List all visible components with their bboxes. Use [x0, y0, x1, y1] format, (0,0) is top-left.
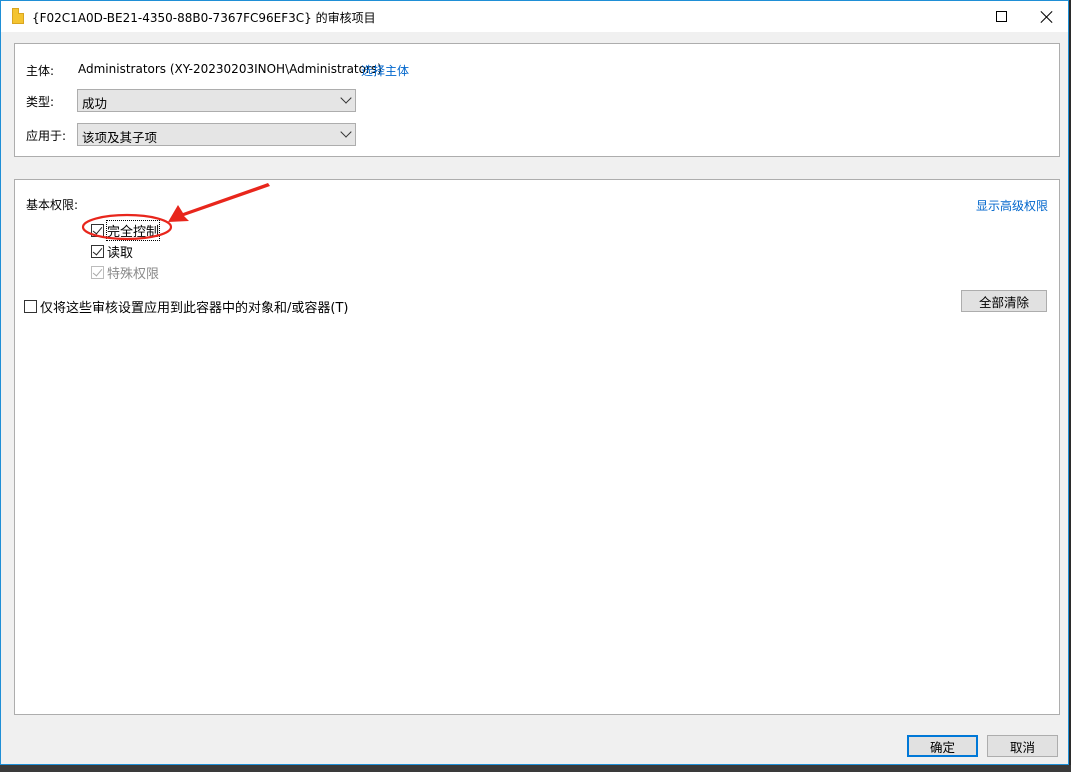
full-control-label: 完全控制	[105, 220, 161, 241]
read-checkbox[interactable]	[91, 245, 104, 258]
principal-value: Administrators (XY-20230203INOH\Administ…	[78, 62, 382, 76]
window-title: {F02C1A0D-BE21-4350-88B0-7367FC96EF3C} 的…	[32, 11, 376, 25]
basic-permissions-heading: 基本权限:	[26, 198, 79, 212]
clear-all-button[interactable]: 全部清除	[961, 290, 1047, 312]
type-dropdown[interactable]: 成功	[77, 89, 356, 112]
special-permissions-checkbox	[91, 266, 104, 279]
type-dropdown-value: 成功	[82, 96, 108, 111]
taskbar-strip	[0, 765, 1071, 772]
applies-to-label: 应用于:	[26, 129, 67, 143]
close-button[interactable]	[1024, 1, 1070, 32]
principal-panel: 主体: Administrators (XY-20230203INOH\Admi…	[14, 43, 1060, 157]
cancel-button[interactable]: 取消	[987, 735, 1058, 757]
chevron-down-icon	[340, 92, 352, 104]
read-label: 读取	[107, 246, 134, 261]
read-checkbox-row[interactable]: 读取	[91, 242, 133, 261]
apply-only-checkbox[interactable]	[24, 300, 37, 313]
maximize-button[interactable]	[978, 1, 1024, 32]
chevron-down-icon	[340, 126, 352, 138]
apply-only-label: 仅将这些审核设置应用到此容器中的对象和/或容器(T)	[40, 301, 349, 316]
folder-icon	[12, 8, 24, 24]
full-control-checkbox-row[interactable]: 完全控制	[91, 220, 161, 241]
special-permissions-label: 特殊权限	[107, 267, 160, 282]
ok-button[interactable]: 确定	[907, 735, 978, 757]
maximize-icon	[995, 11, 1007, 22]
close-icon	[1041, 11, 1053, 23]
applies-to-dropdown[interactable]: 该项及其子项	[77, 123, 356, 146]
apply-only-checkbox-row[interactable]: 仅将这些审核设置应用到此容器中的对象和/或容器(T)	[24, 297, 348, 316]
type-label: 类型:	[26, 95, 55, 109]
audit-entry-window: {F02C1A0D-BE21-4350-88B0-7367FC96EF3C} 的…	[0, 0, 1069, 765]
special-permissions-checkbox-row: 特殊权限	[91, 263, 159, 282]
applies-to-dropdown-value: 该项及其子项	[82, 130, 158, 145]
show-advanced-permissions-link[interactable]: 显示高级权限	[976, 197, 1048, 214]
full-control-checkbox[interactable]	[91, 224, 104, 237]
title-bar: {F02C1A0D-BE21-4350-88B0-7367FC96EF3C} 的…	[1, 1, 1068, 32]
principal-label: 主体:	[26, 64, 55, 78]
permissions-panel: 基本权限: 显示高级权限 完全控制 读取 特殊权限 仅将这些审核设置应用到此容器…	[14, 179, 1060, 715]
select-principal-link[interactable]: 选择主体	[361, 62, 409, 79]
